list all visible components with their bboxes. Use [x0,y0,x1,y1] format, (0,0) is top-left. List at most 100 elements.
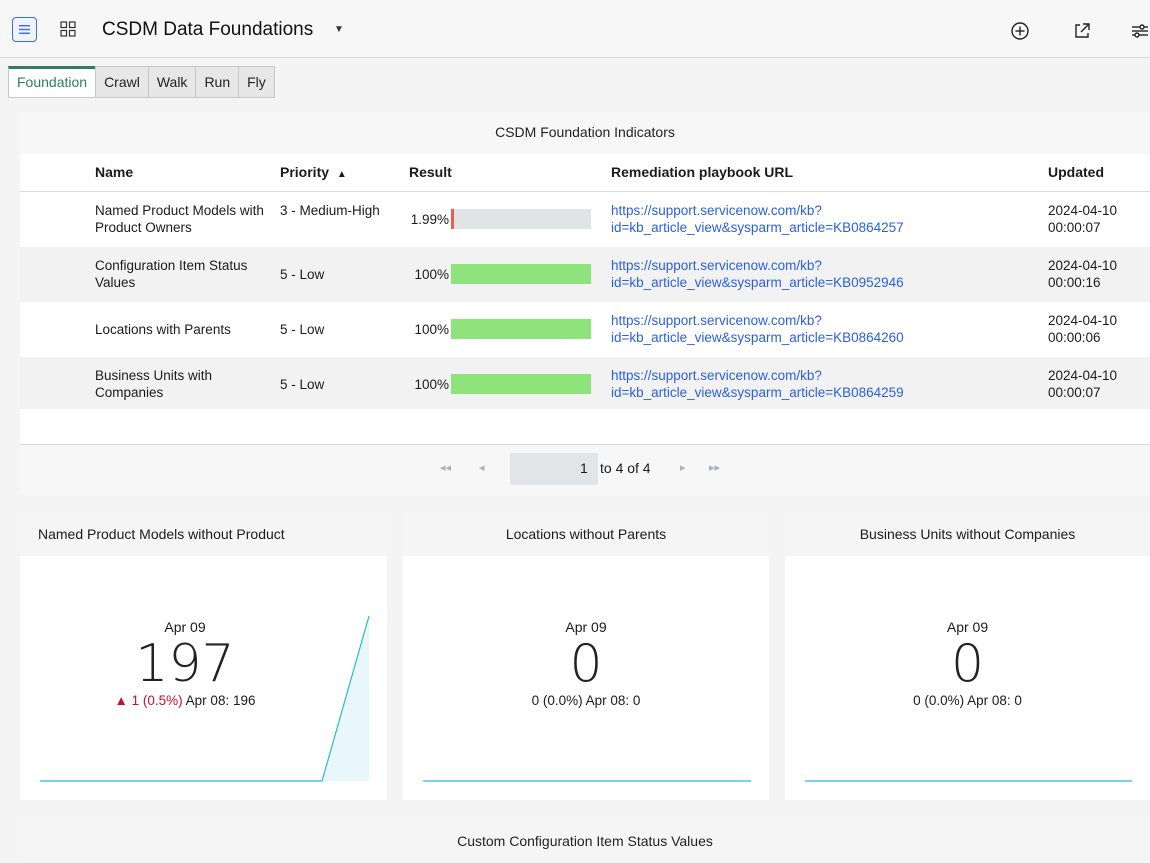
tab-crawl[interactable]: Crawl [95,66,149,98]
card-date: Apr 09 [565,619,607,635]
result-bar-fill [451,209,454,229]
card-value: 0 [950,634,985,694]
delta-previous: Apr 08: 0 [967,693,1022,708]
add-icon[interactable] [1010,21,1030,41]
row-result: 100% [389,319,599,339]
row-result: 100% [389,374,599,394]
row-result: 100% [389,264,599,284]
updated-time: 00:00:16 [1048,275,1101,290]
card-body: Apr 09 197 ▲ 1 (0.5%) Apr 08: 196 [20,556,387,800]
table-row[interactable]: Configuration Item Status Values 5 - Low… [20,247,1150,302]
remediation-link-line2: id=kb_article_view&sysparm_article=KB095… [611,275,904,290]
row-updated: 2024-04-10 00:00:07 [1048,202,1148,236]
row-name: Configuration Item Status Values [95,258,248,290]
page-range: to 4 of 4 [600,460,651,476]
tab-fly[interactable]: Fly [238,66,275,98]
table-row[interactable]: Business Units with Companies 5 - Low 10… [20,357,1150,412]
table-spacer [20,409,1150,445]
score-card[interactable]: Locations without Parents Apr 09 0 0 (0.… [403,512,769,800]
score-card[interactable]: Named Product Models without Product Apr… [20,512,387,800]
delta-change: 0 (0.0%) [531,693,583,708]
card-delta: 0 (0.0%) Apr 08: 0 [403,693,769,708]
card-value: 0 [569,634,603,694]
result-bar [451,374,591,394]
column-header-url[interactable]: Remediation playbook URL [611,164,1031,180]
remediation-link[interactable]: https://support.servicenow.com/kb? id=kb… [611,312,1031,346]
tab-bar: Foundation Crawl Walk Run Fly [8,66,275,100]
app-header: CSDM Data Foundations ▼ [0,0,1150,58]
table-row[interactable]: Locations with Parents 5 - Low 100% http… [20,302,1150,357]
chevron-down-icon[interactable]: ▼ [334,24,344,35]
remediation-link[interactable]: https://support.servicenow.com/kb? id=kb… [611,202,1031,236]
updated-time: 00:00:07 [1048,220,1101,235]
card-value: 197 [135,634,235,694]
row-updated: 2024-04-10 00:00:07 [1048,367,1148,401]
last-page-icon[interactable]: ▸▸ [709,461,720,474]
remediation-link-line2: id=kb_article_view&sysparm_article=KB086… [611,385,904,400]
card-body: Apr 09 0 0 (0.0%) Apr 08: 0 [785,556,1150,800]
row-priority: 5 - Low [280,267,325,282]
row-priority: 5 - Low [280,322,325,337]
card-title: Business Units without Companies [785,512,1150,556]
tab-walk[interactable]: Walk [147,66,197,98]
column-header-priority[interactable]: Priority ▲ [280,164,380,180]
sort-ascending-icon: ▲ [336,169,347,180]
table-header: Name Priority ▲ Result Remediation playb… [20,154,1150,192]
card-delta: 0 (0.0%) Apr 08: 0 [785,693,1150,708]
result-bar [451,209,591,229]
panel-title: CSDM Foundation Indicators [495,124,675,140]
row-name: Business Units with Companies [95,368,213,400]
remediation-link-line1: https://support.servicenow.com/kb? [611,313,822,328]
dashboard-title[interactable]: CSDM Data Foundations [102,19,313,41]
remediation-link[interactable]: https://support.servicenow.com/kb? id=kb… [611,367,1031,401]
current-page: 1 [580,460,588,476]
next-page-icon[interactable]: ▸ [680,461,686,474]
foundation-indicators-panel: CSDM Foundation Indicators Name Priority… [20,112,1150,494]
menu-button[interactable] [12,17,37,42]
menu-icon [19,25,30,34]
card-date: Apr 09 [946,619,989,635]
column-header-updated[interactable]: Updated [1048,164,1148,180]
card-body: Apr 09 0 0 (0.0%) Apr 08: 0 [403,556,769,800]
share-icon[interactable] [1072,21,1092,41]
result-bar [451,264,591,284]
row-priority: 5 - Low [280,377,325,392]
pagination: ◂◂ ◂ 1 to 4 of 4 ▸ ▸▸ [20,445,1150,494]
row-result: 1.99% [389,209,599,229]
result-percent: 1.99% [410,211,449,227]
updated-time: 00:00:06 [1048,330,1101,345]
card-delta: ▲ 1 (0.5%) Apr 08: 196 [20,693,350,708]
delta-change: ▲ 1 (0.5%) [114,693,183,708]
score-card[interactable]: Business Units without Companies Apr 09 … [785,512,1150,800]
updated-date: 2024-04-10 [1048,203,1118,218]
updated-date: 2024-04-10 [1048,258,1118,273]
tab-run[interactable]: Run [195,66,240,98]
indicators-table: Name Priority ▲ Result Remediation playb… [20,154,1150,412]
filter-settings-icon[interactable] [1130,21,1150,41]
grid-icon[interactable] [60,21,76,37]
row-updated: 2024-04-10 00:00:06 [1048,312,1148,346]
previous-page-icon[interactable]: ◂ [479,461,485,474]
column-header-priority-label: Priority [280,164,330,180]
result-bar [451,319,591,339]
result-percent: 100% [414,376,449,392]
remediation-link-line1: https://support.servicenow.com/kb? [611,258,822,273]
result-bar-fill [451,374,591,394]
result-percent: 100% [414,266,449,282]
updated-time: 00:00:07 [1048,385,1101,400]
custom-status-values-panel: Custom Configuration Item Status Values [20,817,1150,863]
result-bar-fill [451,264,591,284]
row-name: Locations with Parents [95,322,231,337]
remediation-link-line1: https://support.servicenow.com/kb? [611,203,822,218]
card-date: Apr 09 [164,619,206,635]
result-percent: 100% [414,321,449,337]
table-row[interactable]: Named Product Models with Product Owners… [20,192,1150,247]
remediation-link[interactable]: https://support.servicenow.com/kb? id=kb… [611,257,1031,291]
updated-date: 2024-04-10 [1048,368,1118,383]
delta-previous: Apr 08: 0 [585,693,641,708]
first-page-icon[interactable]: ◂◂ [440,461,451,474]
panel-title: Custom Configuration Item Status Values [457,833,713,849]
column-header-name[interactable]: Name [95,164,275,180]
column-header-result[interactable]: Result [409,164,619,180]
tab-foundation[interactable]: Foundation [8,66,97,98]
